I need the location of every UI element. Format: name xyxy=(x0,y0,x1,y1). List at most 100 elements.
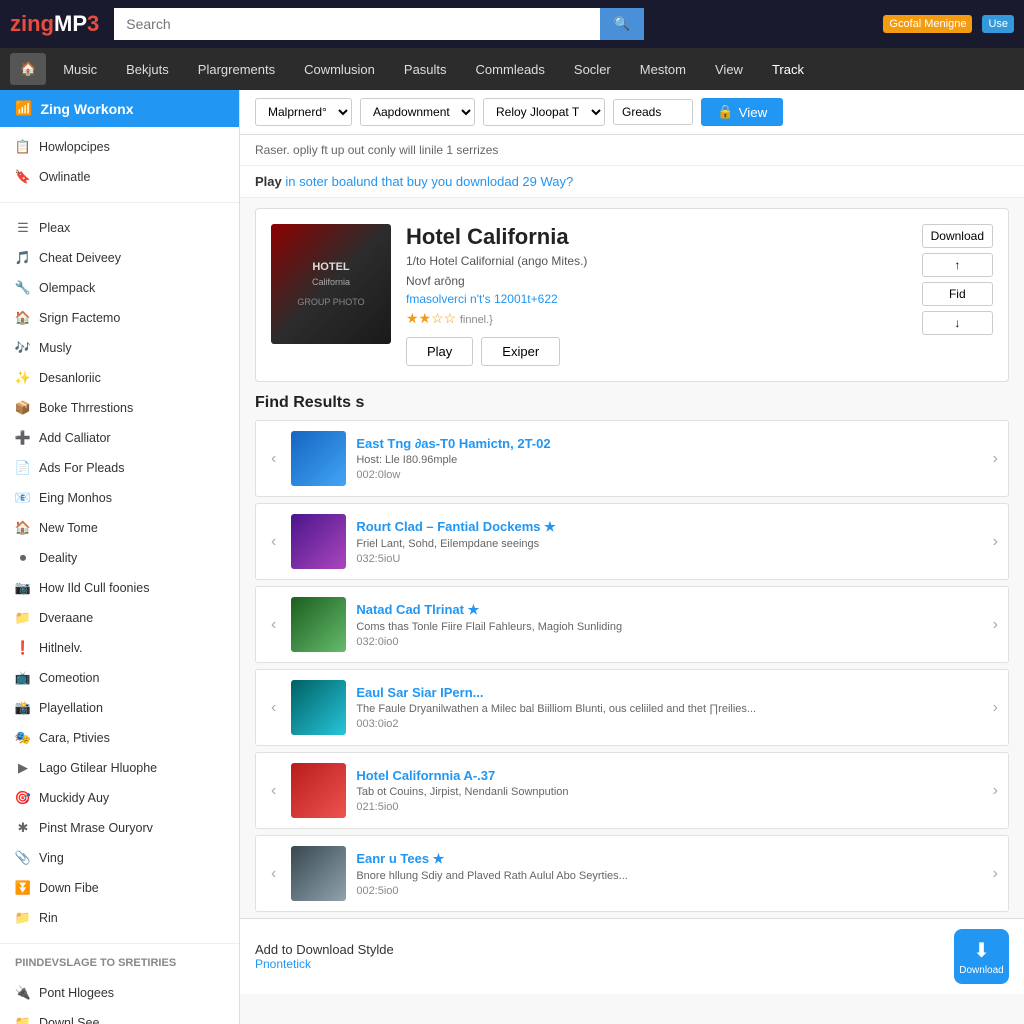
featured-meta: Novf arōng xyxy=(406,274,907,288)
sidebar-item-label: Cara, Ptivies xyxy=(39,731,110,745)
sidebar-item-olempack[interactable]: 🔧 Olempack xyxy=(0,273,239,303)
sidebar-item-how-ild[interactable]: 📷 How Ild Cull foonies xyxy=(0,573,239,603)
use-icon[interactable]: Use xyxy=(982,15,1014,33)
download-fab-icon: ⬇ xyxy=(973,938,990,963)
sidebar-item-pont[interactable]: 🔌 Pont Hlogees xyxy=(0,978,239,1008)
export-button[interactable]: Exiper xyxy=(481,337,560,366)
play-banner: Play in soter boalund that buy you downl… xyxy=(240,166,1024,198)
sidebar-item-hitlnelv[interactable]: ❗ Hitlnelv. xyxy=(0,633,239,663)
sidebar-item-owlinatle[interactable]: 🔖 Owlinatle xyxy=(0,162,239,192)
muckidy-icon: 🎯 xyxy=(15,790,31,806)
nav-item-commleads[interactable]: Commleads xyxy=(464,54,557,85)
sidebar-item-label: Comeotion xyxy=(39,671,99,685)
play-button[interactable]: Play xyxy=(406,337,473,366)
pont-icon: 🔌 xyxy=(15,985,31,1001)
sidebar-item-eing-monhos[interactable]: 📧 Eing Monhos xyxy=(0,483,239,513)
sidebar-item-label: Pinst Mrase Ouryorv xyxy=(39,821,153,835)
play-link[interactable]: in soter boalund that buy you downlodad … xyxy=(285,174,573,189)
result-thumb-4 xyxy=(291,680,346,735)
logo-mp: MP xyxy=(54,11,87,36)
play-label: Play xyxy=(255,174,282,189)
prev-btn-5[interactable]: ‹ xyxy=(266,782,281,800)
download-bar-link[interactable]: Pnontetick xyxy=(255,957,394,971)
nav-item-music[interactable]: Music xyxy=(51,54,109,85)
nav-item-track[interactable]: Track xyxy=(760,54,816,85)
sidebar-item-desanloriic[interactable]: ✨ Desanloriic xyxy=(0,363,239,393)
sidebar-item-dveraane[interactable]: 📁 Dveraane xyxy=(0,603,239,633)
sidebar-item-label: Cheat Deiveey xyxy=(39,251,121,265)
sidebar-item-add-calliator[interactable]: ➕ Add Calliator xyxy=(0,423,239,453)
search-input[interactable] xyxy=(114,8,599,40)
nav-item-mestom[interactable]: Mestom xyxy=(628,54,698,85)
toolbar-input[interactable] xyxy=(613,99,693,125)
olempack-icon: 🔧 xyxy=(15,280,31,296)
sidebar-item-cheat-deiveey[interactable]: 🎵 Cheat Deiveey xyxy=(0,243,239,273)
sidebar-item-lago[interactable]: ▶ Lago Gtilear Hluophe xyxy=(0,753,239,783)
result-item-2[interactable]: ‹ Rourt Clad – Fantial Dockems ★ Friel L… xyxy=(255,503,1009,580)
download-bar-left: Add to Download Stylde Pnontetick xyxy=(255,942,394,971)
nav-item-plargrements[interactable]: Plargrements xyxy=(186,54,287,85)
nav-item-socler[interactable]: Socler xyxy=(562,54,623,85)
sort-up-button[interactable]: ↑ xyxy=(922,253,993,277)
sidebar-item-new-tome[interactable]: 🏠 New Tome xyxy=(0,513,239,543)
download-bar: Add to Download Stylde Pnontetick ⬇ Down… xyxy=(240,918,1024,994)
sidebar-item-pleax[interactable]: ☰ Pleax xyxy=(0,213,239,243)
sidebar-item-pinst[interactable]: ✱ Pinst Mrase Ouryorv xyxy=(0,813,239,843)
result-item-1[interactable]: ‹ East Tng ∂as-T0 Hamictn, 2T-02 Host: L… xyxy=(255,420,1009,497)
owlinatle-icon: 🔖 xyxy=(15,169,31,185)
sidebar-item-downl-see[interactable]: 📁 Downl See xyxy=(0,1008,239,1024)
result-item-3[interactable]: ‹ Natad Cad Tlrinat ★ Coms thas Tonle Fi… xyxy=(255,586,1009,663)
sidebar-item-deality[interactable]: ⏺ Deality xyxy=(0,543,239,573)
nav-home-button[interactable]: 🏠 xyxy=(10,53,46,85)
prev-btn-6[interactable]: ‹ xyxy=(266,865,281,883)
toolbar-select-1[interactable]: Malprnerd° xyxy=(255,98,352,126)
sidebar-section-title: Piindevslage to Sretiries xyxy=(0,949,239,973)
featured-actions: Play Exiper xyxy=(406,337,907,366)
result-item-5[interactable]: ‹ Hotel Californnia A-.37 Tab ot Couins,… xyxy=(255,752,1009,829)
sidebar-item-musly[interactable]: 🎶 Musly xyxy=(0,333,239,363)
result-thumb-1 xyxy=(291,431,346,486)
sidebar-item-label: Dveraane xyxy=(39,611,93,625)
search-button[interactable]: 🔍 xyxy=(600,8,645,40)
nav-item-view[interactable]: View xyxy=(703,54,755,85)
sidebar-item-rin[interactable]: 📁 Rin xyxy=(0,903,239,933)
sidebar-item-comeotion[interactable]: 📺 Comeotion xyxy=(0,663,239,693)
sidebar-item-label: Srign Factemo xyxy=(39,311,120,325)
sidebar-item-playellation[interactable]: 📸 Playellation xyxy=(0,693,239,723)
sidebar-item-boke[interactable]: 📦 Boke Thrrestions xyxy=(0,393,239,423)
sidebar-item-label: Desanloriic xyxy=(39,371,101,385)
nav-item-cowmlusion[interactable]: Cowmlusion xyxy=(292,54,387,85)
sidebar-item-label: Downl See xyxy=(39,1016,99,1024)
user-icon[interactable]: Gcofal Menigne xyxy=(883,15,972,33)
download-fab-button[interactable]: ⬇ Download xyxy=(954,929,1009,984)
sidebar-item-ads-for-pleads[interactable]: 📄 Ads For Pleads xyxy=(0,453,239,483)
prev-btn-3[interactable]: ‹ xyxy=(266,616,281,634)
user-area: Gcofal Menigne Use xyxy=(883,15,1014,33)
sidebar-item-muckidy[interactable]: 🎯 Muckidy Auy xyxy=(0,783,239,813)
sidebar-item-cara[interactable]: 🎭 Cara, Ptivies xyxy=(0,723,239,753)
howlopcipes-icon: 📋 xyxy=(15,139,31,155)
sidebar-item-srign-factemo[interactable]: 🏠 Srign Factemo xyxy=(0,303,239,333)
sort-down-button[interactable]: ↓ xyxy=(922,311,993,335)
result-item-4[interactable]: ‹ Eaul Sar Siar IPern... The Faule Dryan… xyxy=(255,669,1009,746)
download-button[interactable]: Download xyxy=(922,224,993,248)
toolbar-select-3[interactable]: Reloy Jloopat T xyxy=(483,98,605,126)
result-item-6[interactable]: ‹ Eanr u Tees ★ Bnore hllung Sdiy and Pl… xyxy=(255,835,1009,912)
layout: 📶 Zing Workonx 📋 Howlopcipes 🔖 Owlinatle… xyxy=(0,90,1024,1024)
prev-btn-2[interactable]: ‹ xyxy=(266,533,281,551)
prev-btn-4[interactable]: ‹ xyxy=(266,699,281,717)
view-button[interactable]: 🔒 View xyxy=(701,98,783,126)
result-title-3: Natad Cad Tlrinat ★ xyxy=(356,602,982,618)
featured-subtitle: 1/to Hotel Californial (ango Mites.) xyxy=(406,254,907,268)
fid-button[interactable]: Fid xyxy=(922,282,993,306)
sidebar-item-label: Playellation xyxy=(39,701,103,715)
nav-item-bekjuts[interactable]: Bekjuts xyxy=(114,54,181,85)
featured-song: HOTEL California GROUP PHOTO Hotel Calif… xyxy=(255,208,1009,382)
result-info-1: East Tng ∂as-T0 Hamictn, 2T-02 Host: Lle… xyxy=(356,436,982,481)
nav-item-pasults[interactable]: Pasults xyxy=(392,54,459,85)
sidebar-item-howlopcipes[interactable]: 📋 Howlopcipes xyxy=(0,132,239,162)
sidebar-item-ving[interactable]: 📎 Ving xyxy=(0,843,239,873)
sidebar-item-down-fibe[interactable]: ⏬ Down Fibe xyxy=(0,873,239,903)
prev-btn-1[interactable]: ‹ xyxy=(266,450,281,468)
toolbar-select-2[interactable]: Aapdownment xyxy=(360,98,475,126)
